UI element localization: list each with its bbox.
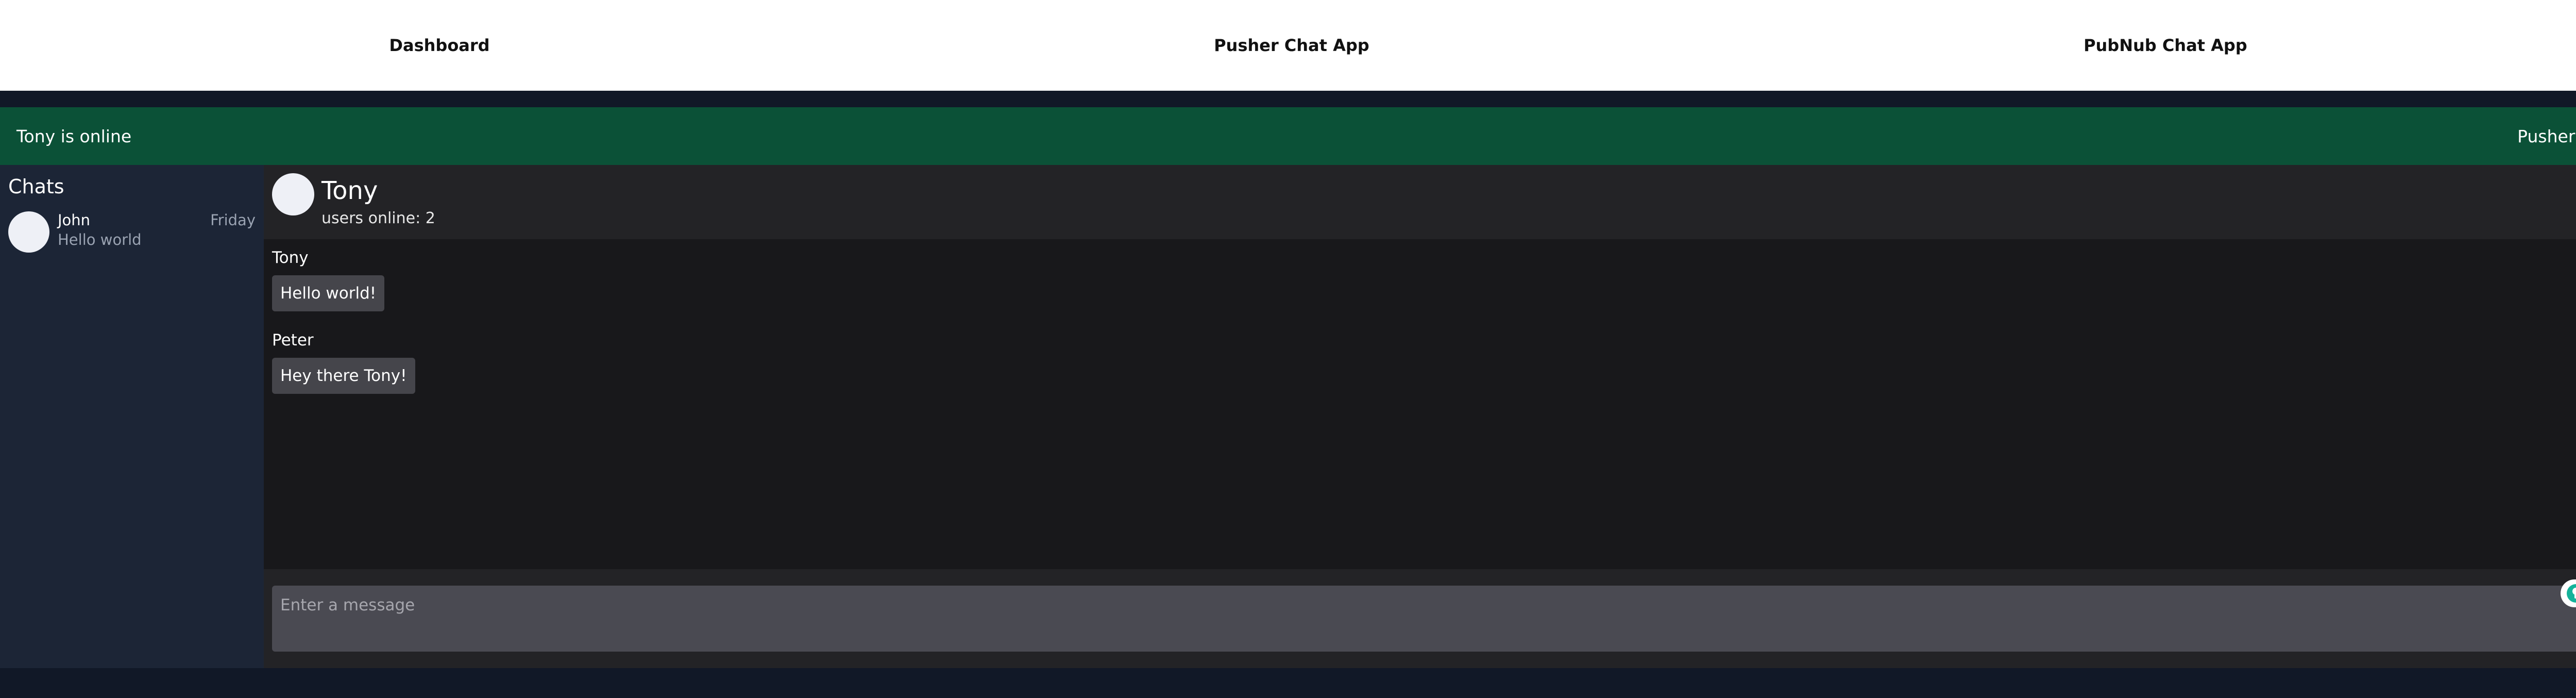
users-online-count: users online: 2: [321, 209, 435, 227]
app-label: Pusher Chat: [2517, 126, 2576, 146]
message-bubble: Hello world!: [272, 275, 385, 311]
chat-window: Tony users online: 2 Tony Hello world! P…: [264, 165, 2576, 668]
chat-contact-name: John: [58, 211, 91, 229]
chat-list-item[interactable]: John Hello world Friday: [0, 207, 264, 253]
status-bar: Tony is online Pusher Chat: [0, 107, 2576, 165]
chat-app: Chats John Hello world Friday Tony users…: [0, 165, 2576, 668]
message-sender: Peter: [272, 331, 314, 350]
grammarly-widget[interactable]: [2561, 578, 2576, 608]
chats-title: Chats: [8, 175, 64, 198]
message-bubble: Hey there Tony!: [272, 358, 415, 394]
avatar: [8, 211, 49, 253]
online-status-text: Tony is online: [16, 126, 132, 146]
chat-header: Tony users online: 2: [264, 165, 2576, 239]
top-navigation: Dashboard Pusher Chat App PubNub Chat Ap…: [0, 0, 2576, 91]
chat-header-name: Tony: [321, 176, 378, 205]
message-sender: Tony: [272, 248, 309, 267]
message-composer: [264, 569, 2576, 668]
grammarly-icon[interactable]: [2561, 578, 2576, 608]
avatar: [272, 173, 314, 215]
nav-link-pusher-chat-app[interactable]: Pusher Chat App: [852, 0, 1731, 91]
message-input[interactable]: [272, 586, 2576, 652]
nav-link-pubnub-chat-app[interactable]: PubNub Chat App: [1726, 0, 2576, 91]
message-list: Tony Hello world! Peter Hey there Tony!: [264, 239, 2576, 569]
nav-link-dashboard[interactable]: Dashboard: [0, 0, 879, 91]
chats-sidebar: Chats John Hello world Friday: [0, 165, 264, 668]
page-footer-strip: [0, 668, 2576, 698]
chat-timestamp: Friday: [210, 211, 256, 229]
chat-last-message: Hello world: [58, 231, 142, 248]
